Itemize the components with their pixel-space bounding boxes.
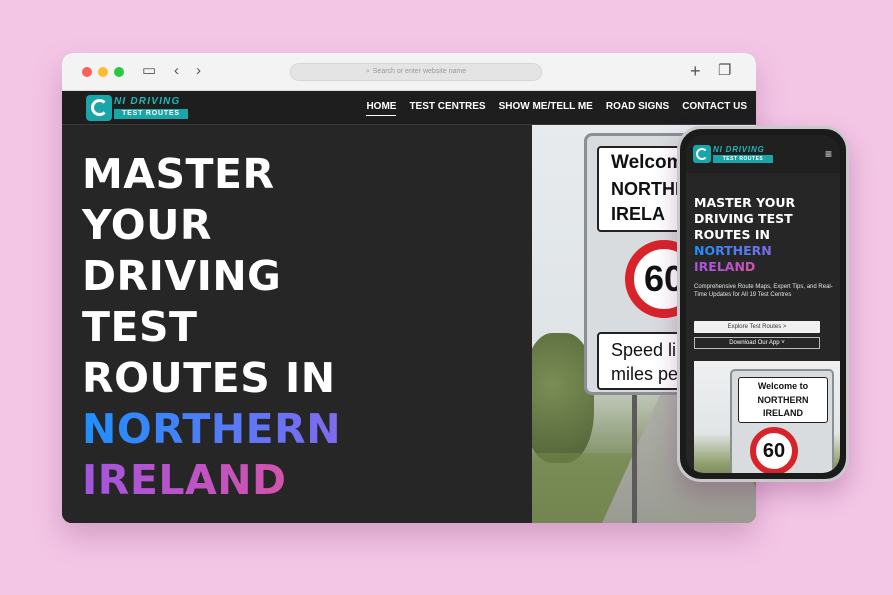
hero-line-highlight: NORTHERN bbox=[82, 404, 522, 455]
steering-wheel-icon bbox=[86, 95, 112, 121]
nav-contact-us[interactable]: CONTACT US bbox=[682, 101, 747, 116]
download-app-button[interactable]: Download Our App ˅ bbox=[694, 337, 820, 349]
browser-toolbar: ▭ ‹ › ⌕ Search or enter website name + ❐ bbox=[62, 53, 756, 91]
nav-show-me-tell-me[interactable]: SHOW ME/TELL ME bbox=[499, 101, 593, 116]
phone-hero-line-highlight: IRELAND bbox=[694, 259, 834, 275]
site-navbar: NI DRIVING TEST ROUTES HOME TEST CENTRES… bbox=[62, 91, 756, 125]
nav-road-signs[interactable]: ROAD SIGNS bbox=[606, 101, 669, 116]
hero-line: MASTER bbox=[82, 150, 275, 198]
hero-title: MASTER YOUR DRIVING TEST ROUTES IN NORTH… bbox=[82, 149, 522, 506]
hero-section: MASTER YOUR DRIVING TEST ROUTES IN NORTH… bbox=[62, 125, 532, 523]
steering-wheel-icon bbox=[693, 145, 711, 163]
back-chevron-icon[interactable]: ‹ bbox=[174, 62, 179, 80]
phone-logo-subtitle: TEST ROUTES bbox=[713, 155, 773, 163]
explore-test-routes-button[interactable]: Explore Test Routes > bbox=[694, 321, 820, 333]
plus-icon[interactable]: + bbox=[690, 62, 701, 80]
phone-screen: NI DRIVING TEST ROUTES ≡ MASTER YOUR DRI… bbox=[686, 135, 840, 473]
phone-hero-line: MASTER YOUR bbox=[694, 195, 796, 210]
address-placeholder: Search or enter website name bbox=[372, 68, 467, 75]
logo-title: NI DRIVING bbox=[114, 96, 181, 107]
road-sign: Welcome to NORTHERN IRELAND 60 bbox=[730, 369, 834, 473]
sign-text: IRELA bbox=[611, 204, 665, 224]
sign-text: IRELAND bbox=[763, 408, 803, 418]
hero-line: TEST bbox=[82, 303, 198, 351]
nav-home[interactable]: HOME bbox=[366, 101, 397, 116]
minimize-window-button[interactable] bbox=[98, 67, 108, 77]
hero-line: DRIVING bbox=[82, 252, 282, 300]
phone-logo-title: NI DRIVING bbox=[713, 145, 765, 154]
phone-hero-title: MASTER YOUR DRIVING TEST ROUTES IN NORTH… bbox=[694, 195, 834, 275]
logo-subtitle: TEST ROUTES bbox=[114, 109, 188, 119]
hero-line: YOUR bbox=[82, 201, 212, 249]
forward-chevron-icon[interactable]: › bbox=[196, 62, 201, 80]
hero-line-highlight: IRELAND bbox=[82, 455, 522, 506]
phone-hero-description: Comprehensive Route Maps, Expert Tips, a… bbox=[694, 284, 833, 298]
hero-line: ROUTES IN bbox=[82, 354, 336, 402]
phone-hero-line-highlight: NORTHERN bbox=[694, 243, 834, 259]
sign-text: NORTHERN bbox=[757, 395, 809, 405]
website: NI DRIVING TEST ROUTES HOME TEST CENTRES… bbox=[62, 91, 756, 523]
nav-links: HOME TEST CENTRES SHOW ME/TELL ME ROAD S… bbox=[366, 101, 747, 116]
maximize-window-button[interactable] bbox=[114, 67, 124, 77]
close-window-button[interactable] bbox=[82, 67, 92, 77]
sidebar-icon[interactable]: ▭ bbox=[142, 62, 156, 80]
address-bar[interactable]: ⌕ Search or enter website name bbox=[290, 63, 542, 81]
hamburger-menu-icon[interactable]: ≡ bbox=[825, 148, 832, 160]
sign-text: Speed lin bbox=[611, 340, 687, 360]
site-logo[interactable]: NI DRIVING TEST ROUTES bbox=[86, 95, 192, 121]
tabs-icon[interactable]: ❐ bbox=[718, 62, 731, 80]
phone-navbar: NI DRIVING TEST ROUTES ≡ bbox=[686, 135, 840, 173]
phone-hero-line: ROUTES IN bbox=[694, 227, 770, 242]
sign-text: Welcome to bbox=[757, 381, 809, 391]
phone-photo-road-sign: Welcome to NORTHERN IRELAND 60 bbox=[694, 361, 840, 473]
search-icon: ⌕ bbox=[365, 68, 370, 75]
phone-hero-line: DRIVING TEST bbox=[694, 211, 793, 226]
phone-mockup: NI DRIVING TEST ROUTES ≡ MASTER YOUR DRI… bbox=[677, 126, 849, 482]
sign-text: miles per bbox=[611, 364, 685, 384]
speed-limit-sign: 60 bbox=[750, 427, 798, 473]
nav-test-centres[interactable]: TEST CENTRES bbox=[409, 101, 485, 116]
browser-window: ▭ ‹ › ⌕ Search or enter website name + ❐ … bbox=[62, 53, 756, 523]
